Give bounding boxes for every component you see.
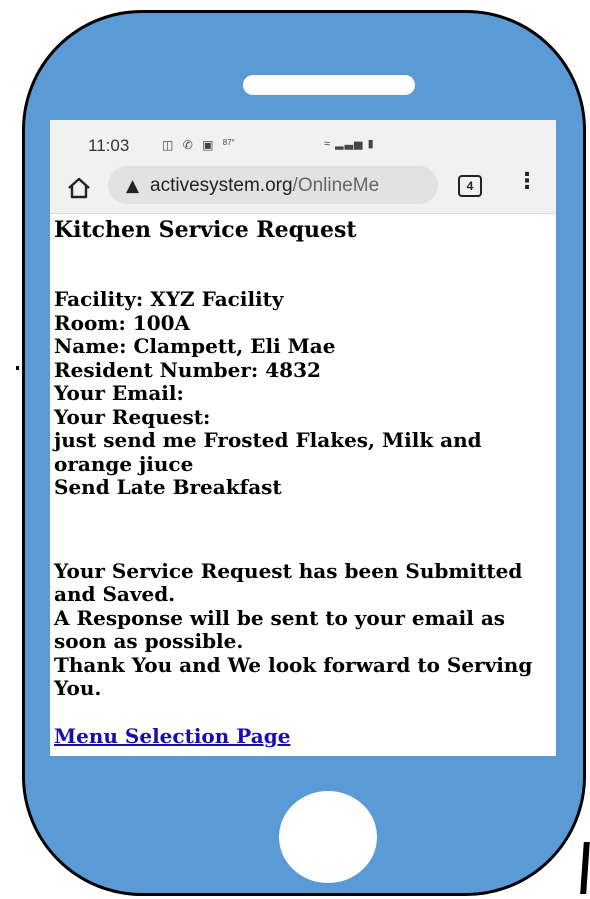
facility-text: Facility: XYZ Facility <box>54 287 284 311</box>
url-bar: ▲ activesystem.org/OnlineMe 4 ⋮ <box>50 162 556 214</box>
battery-level: 87° <box>222 138 235 147</box>
signal-icon: ▂▃▅ <box>335 138 364 150</box>
phone-home-button <box>279 791 377 883</box>
edge-mark <box>580 842 590 894</box>
request-label: Your Request: <box>54 404 211 429</box>
page-title: Kitchen Service Request <box>54 217 357 243</box>
warning-icon[interactable]: ▲ <box>126 176 139 196</box>
network-icons: ≈ ▂▃▅ ▮ <box>324 137 375 150</box>
thank-you-message: Thank You and We look forward to Serving… <box>54 652 533 700</box>
room-text: Room: 100A <box>54 310 191 335</box>
wifi-icon: ≈ <box>324 138 332 150</box>
page-content: Kitchen Service Request Facility: XYZ Fa… <box>54 216 554 748</box>
edge-dot <box>16 366 19 370</box>
message-icon: ◫ <box>162 138 177 152</box>
request-extra: Send Late Breakfast <box>54 475 282 499</box>
address-field[interactable]: ▲ activesystem.org/OnlineMe <box>108 166 438 204</box>
home-icon[interactable] <box>66 176 92 200</box>
phone-speaker <box>243 75 415 95</box>
missed-call-icon: ✆ <box>182 138 196 152</box>
more-vert-icon[interactable]: ⋮ <box>516 171 538 193</box>
menu-selection-link[interactable]: Menu Selection Page <box>54 724 554 749</box>
gallery-icon: ▣ <box>202 138 217 152</box>
status-time: 11:03 <box>88 136 130 155</box>
notification-icons: ◫ ✆ ▣ 87° <box>162 138 235 152</box>
url-text[interactable]: activesystem.org/OnlineMe <box>150 175 432 197</box>
battery-icon: ▮ <box>367 138 375 150</box>
url-domain: activesystem.org <box>150 175 293 196</box>
request-text: just send me Frosted Flakes, Milk and or… <box>54 428 482 476</box>
confirmation-message: Your Service Request has been Submitted … <box>54 558 523 606</box>
browser-screen: 11:03 ◫ ✆ ▣ 87° ≈ ▂▃▅ ▮ ▲ activesystem.o… <box>50 120 556 756</box>
email-label: Your Email: <box>54 381 184 405</box>
url-path: /OnlineMe <box>292 175 380 196</box>
name-text: Name: Clampett, Eli Mae <box>54 334 336 358</box>
response-message: A Response will be sent to your email as… <box>54 605 506 653</box>
tab-count-icon[interactable]: 4 <box>458 175 482 197</box>
status-bar: 11:03 ◫ ✆ ▣ 87° ≈ ▂▃▅ ▮ <box>50 120 556 162</box>
resident-number-text: Resident Number: 4832 <box>54 357 321 382</box>
